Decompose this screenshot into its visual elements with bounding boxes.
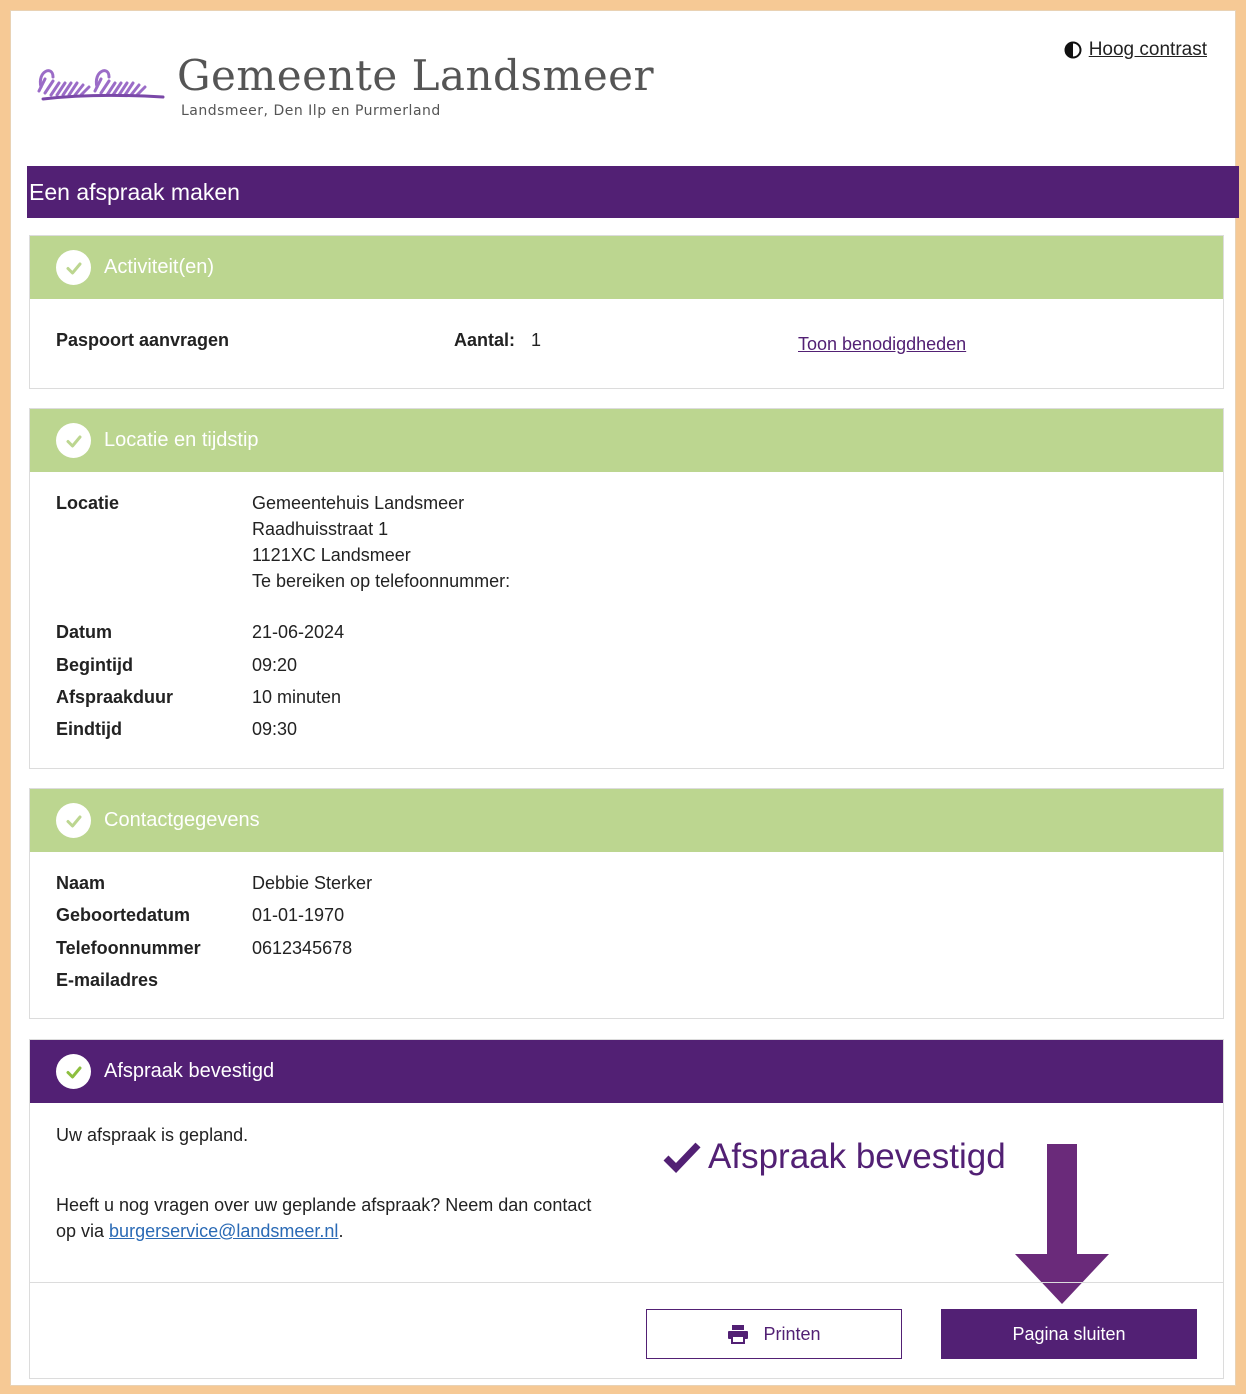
check-circle-icon <box>56 250 91 285</box>
confirmed-annotation: Afspraak bevestigd <box>663 1137 1006 1177</box>
check-circle-icon <box>56 423 91 458</box>
high-contrast-toggle[interactable]: Hoog contrast <box>1064 39 1207 61</box>
close-page-label: Pagina sluiten <box>1012 1323 1126 1344</box>
location-heading: Locatie en tijdstip <box>104 429 259 451</box>
questions-prefix: op via <box>56 1221 110 1241</box>
location-line: Gemeentehuis Landsmeer <box>252 493 465 513</box>
contact-section: Contactgegevens Naam Debbie Sterker Gebo… <box>29 788 1224 1019</box>
name-value: Debbie Sterker <box>252 873 373 893</box>
confirmation-section: Afspraak bevestigd Uw afspraak is geplan… <box>29 1039 1224 1379</box>
print-button[interactable]: Printen <box>646 1309 902 1359</box>
printer-icon <box>728 1325 749 1344</box>
activities-body: Paspoort aanvragen Aantal: 1 Toon benodi… <box>30 299 1223 389</box>
contrast-icon <box>1064 41 1082 59</box>
email-label: E-mailadres <box>56 970 159 990</box>
location-line: Te bereiken op telefoonnummer: <box>252 571 511 591</box>
page-title: Een afspraak maken <box>27 166 1239 218</box>
show-requirements-link[interactable]: Toon benodigdheden <box>798 334 966 355</box>
end-time-value: 09:30 <box>252 719 298 739</box>
check-circle-icon <box>56 1054 91 1089</box>
questions-text: Heeft u nog vragen over uw geplande afsp… <box>56 1195 592 1215</box>
site-header: Gemeente Landsmeer Landsmeer, Den Ilp en… <box>11 11 1235 166</box>
location-body: Locatie Gemeentehuis Landsmeer Raadhuiss… <box>30 472 1223 769</box>
activity-name: Paspoort aanvragen <box>56 330 230 350</box>
location-line: 1121XC Landsmeer <box>252 545 411 565</box>
footer-divider <box>30 1282 1223 1283</box>
planned-text: Uw afspraak is gepland. <box>56 1125 249 1145</box>
municipality-logo[interactable]: Gemeente Landsmeer Landsmeer, Den Ilp en… <box>35 51 655 119</box>
confirmation-heading: Afspraak bevestigd <box>104 1060 275 1082</box>
duration-value: 10 minuten <box>252 687 342 707</box>
contact-header: Contactgegevens <box>30 789 1223 852</box>
activities-header: Activiteit(en) <box>30 236 1223 299</box>
checkmark-icon <box>663 1142 701 1173</box>
questions-text-line2: op via burgerservice@landsmeer.nl. <box>56 1221 343 1242</box>
name-label: Naam <box>56 873 106 893</box>
date-label: Datum <box>56 622 113 642</box>
activities-section: Activiteit(en) Paspoort aanvragen Aantal… <box>29 235 1224 389</box>
confirmation-header: Afspraak bevestigd <box>30 1040 1223 1103</box>
contact-heading: Contactgegevens <box>104 809 260 831</box>
phone-label: Telefoonnummer <box>56 938 201 958</box>
close-page-button[interactable]: Pagina sluiten <box>941 1309 1197 1359</box>
page-container: Gemeente Landsmeer Landsmeer, Den Ilp en… <box>10 10 1239 1386</box>
date-value: 21-06-2024 <box>252 622 345 642</box>
location-section: Locatie en tijdstip Locatie Gemeentehuis… <box>29 408 1224 769</box>
high-contrast-link[interactable]: Hoog contrast <box>1089 39 1207 61</box>
contact-body: Naam Debbie Sterker Geboortedatum 01-01-… <box>30 852 1223 1019</box>
logo-text: Gemeente Landsmeer Landsmeer, Den Ilp en… <box>177 51 655 119</box>
confirmation-body: Uw afspraak is gepland. Heeft u nog vrag… <box>30 1103 1223 1380</box>
location-line: Raadhuisstraat 1 <box>252 519 389 539</box>
end-time-label: Eindtijd <box>56 719 122 739</box>
location-header: Locatie en tijdstip <box>30 409 1223 472</box>
swan-logo-icon <box>37 69 165 101</box>
count-label: Aantal: <box>454 330 516 350</box>
check-circle-icon <box>56 803 91 838</box>
down-arrow-annotation <box>1015 1144 1109 1304</box>
phone-value: 0612345678 <box>252 938 353 958</box>
questions-suffix: . <box>338 1221 344 1241</box>
logo-subtitle: Landsmeer, Den Ilp en Purmerland <box>181 103 441 119</box>
print-label: Printen <box>763 1323 821 1344</box>
email-link[interactable]: burgerservice@landsmeer.nl <box>109 1221 338 1241</box>
activities-heading: Activiteit(en) <box>104 256 215 278</box>
birthdate-value: 01-01-1970 <box>252 905 345 925</box>
duration-label: Afspraakduur <box>56 687 174 707</box>
start-time-label: Begintijd <box>56 655 133 675</box>
location-label: Locatie <box>56 493 120 513</box>
confirmed-annotation-text: Afspraak bevestigd <box>708 1137 1006 1176</box>
start-time-value: 09:20 <box>252 655 298 675</box>
count-value: 1 <box>531 330 542 350</box>
logo-title: Gemeente Landsmeer <box>177 51 655 100</box>
birthdate-label: Geboortedatum <box>56 905 191 925</box>
